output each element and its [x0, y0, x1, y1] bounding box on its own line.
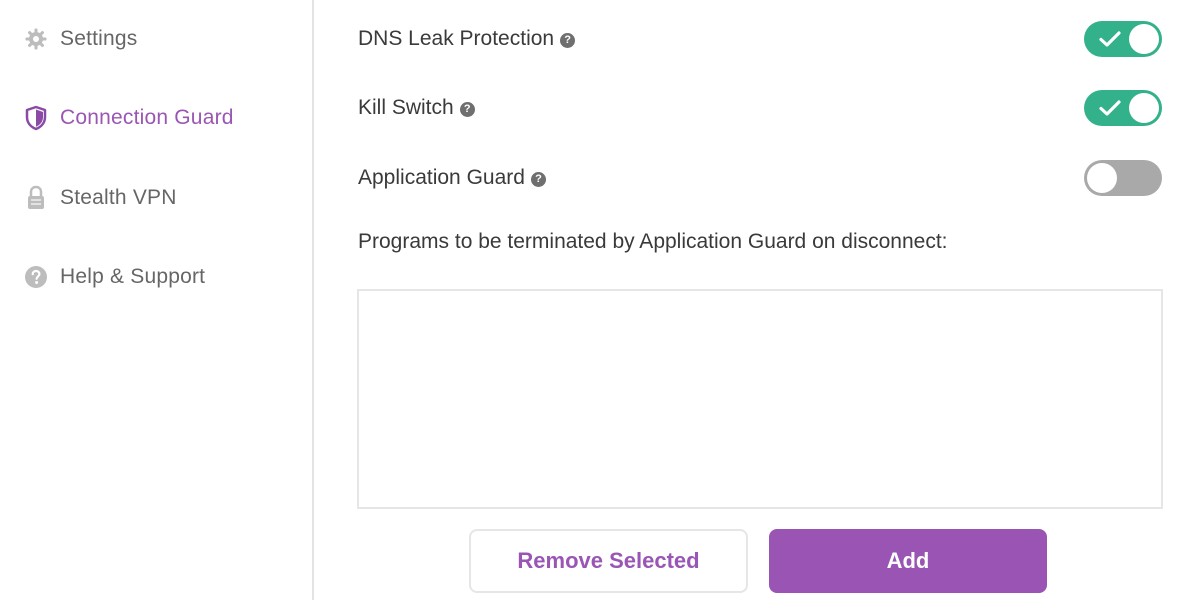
setting-label-text: Application Guard [358, 166, 525, 189]
sidebar-item-label: Settings [60, 27, 138, 50]
dns-leak-protection-toggle[interactable] [1084, 21, 1162, 57]
help-tooltip-icon[interactable]: ? [560, 32, 576, 48]
toggle-knob [1129, 24, 1159, 54]
sidebar-item-stealth-vpn[interactable]: Stealth VPN [24, 183, 177, 213]
setting-label: DNS Leak Protection ? [358, 27, 576, 51]
sidebar-item-label: Stealth VPN [60, 186, 177, 209]
sidebar-item-label: Connection Guard [60, 106, 234, 129]
setting-row-dns-leak-protection: DNS Leak Protection ? [358, 19, 1162, 59]
checkmark-icon [1099, 100, 1121, 116]
help-tooltip-icon[interactable]: ? [459, 101, 475, 117]
gear-icon [24, 27, 48, 51]
setting-label: Application Guard ? [358, 166, 546, 190]
application-guard-toggle[interactable] [1084, 160, 1162, 196]
add-button[interactable]: Add [769, 529, 1047, 593]
help-icon [24, 265, 48, 289]
programs-list-label: Programs to be terminated by Application… [358, 230, 948, 253]
setting-row-application-guard: Application Guard ? [358, 158, 1162, 198]
sidebar-item-help-support[interactable]: Help & Support [24, 262, 205, 292]
setting-label: Kill Switch ? [358, 96, 475, 120]
toggle-knob [1129, 93, 1159, 123]
remove-selected-button[interactable]: Remove Selected [469, 529, 748, 593]
lock-icon [24, 185, 48, 210]
app-window: Settings Connection Guard Stealth VPN He… [0, 0, 1200, 600]
main-panel: DNS Leak Protection ? Kill Switch ? Appl… [314, 0, 1200, 600]
sidebar-item-label: Help & Support [60, 265, 206, 288]
programs-list[interactable] [357, 289, 1163, 509]
sidebar-item-connection-guard[interactable]: Connection Guard [24, 103, 234, 133]
checkmark-icon [1099, 31, 1121, 47]
setting-label-text: DNS Leak Protection [358, 27, 555, 50]
help-tooltip-icon[interactable]: ? [530, 171, 546, 187]
setting-row-kill-switch: Kill Switch ? [358, 88, 1162, 128]
sidebar: Settings Connection Guard Stealth VPN He… [0, 0, 314, 600]
kill-switch-toggle[interactable] [1084, 90, 1162, 126]
sidebar-item-settings[interactable]: Settings [24, 24, 137, 54]
shield-icon [24, 105, 48, 131]
setting-label-text: Kill Switch [358, 96, 454, 119]
toggle-knob [1087, 163, 1117, 193]
